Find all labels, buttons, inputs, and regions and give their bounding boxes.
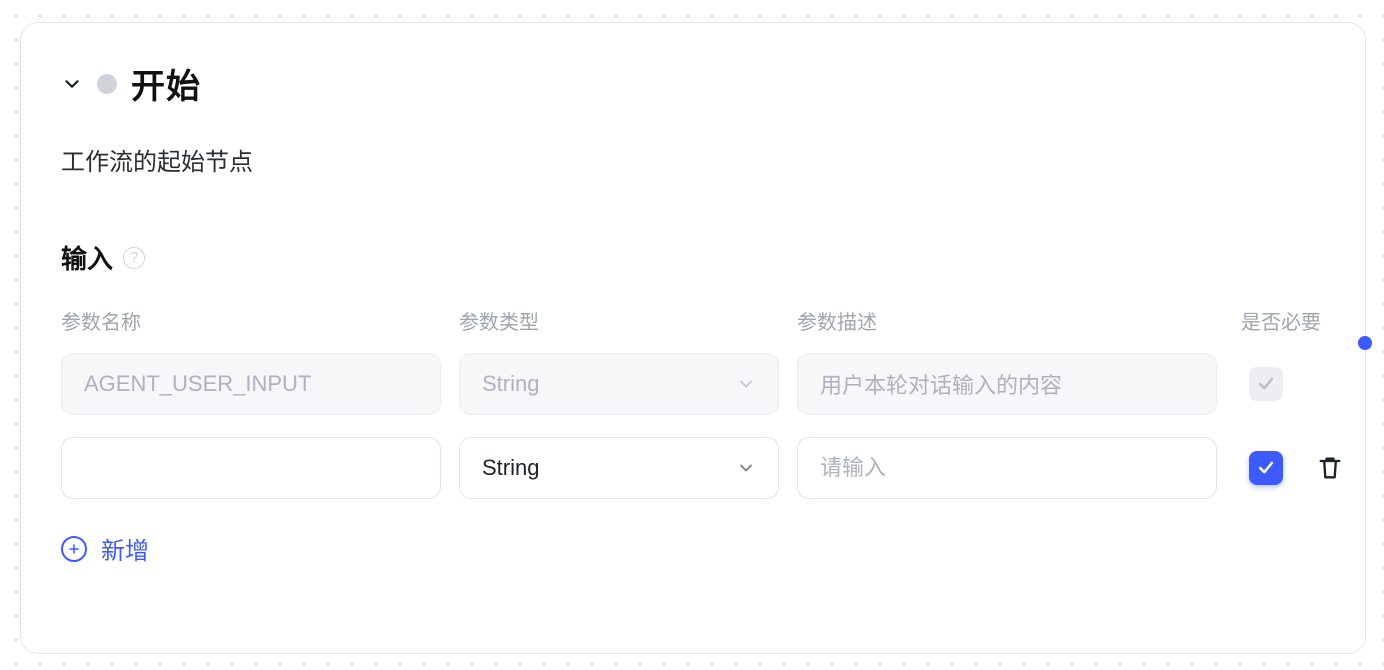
param-desc-input[interactable] <box>820 455 1194 481</box>
start-node-card: 开始 工作流的起始节点 输入 ? 参数名称 参数类型 参数描述 是否必要 AGE… <box>20 22 1366 654</box>
param-row: String <box>61 437 1325 499</box>
param-desc-field[interactable] <box>797 437 1217 499</box>
check-icon <box>1256 458 1276 478</box>
param-name-field: AGENT_USER_INPUT <box>61 353 441 415</box>
add-param-button[interactable]: 新增 <box>61 531 149 566</box>
chevron-down-icon <box>736 374 756 394</box>
plus-circle-icon <box>61 536 87 562</box>
node-description: 工作流的起始节点 <box>61 142 1325 177</box>
input-section-heading: 输入 ? <box>61 239 1325 276</box>
param-row: AGENT_USER_INPUT String 用户本轮对话输入的内容 <box>61 353 1325 415</box>
col-header-desc: 参数描述 <box>797 306 1217 335</box>
param-desc-value: 用户本轮对话输入的内容 <box>820 368 1062 400</box>
node-title: 开始 <box>131 59 201 108</box>
param-required-checkbox <box>1249 367 1283 401</box>
param-type-select: String <box>459 353 779 415</box>
col-header-type: 参数类型 <box>459 306 779 335</box>
param-type-select[interactable]: String <box>459 437 779 499</box>
param-name-value: AGENT_USER_INPUT <box>84 371 311 397</box>
status-dot-icon <box>97 74 117 94</box>
param-required-checkbox[interactable] <box>1249 451 1283 485</box>
param-type-value: String <box>482 371 539 397</box>
col-header-name: 参数名称 <box>61 306 441 335</box>
param-table-header: 参数名称 参数类型 参数描述 是否必要 <box>61 306 1325 335</box>
param-type-value: String <box>482 455 539 481</box>
param-name-input[interactable] <box>84 455 418 481</box>
param-name-field[interactable] <box>61 437 441 499</box>
chevron-down-icon <box>61 73 83 95</box>
col-header-required: 是否必要 <box>1235 306 1365 335</box>
delete-row-button[interactable] <box>1313 451 1347 485</box>
output-port[interactable] <box>1358 336 1372 350</box>
param-desc-field: 用户本轮对话输入的内容 <box>797 353 1217 415</box>
trash-icon <box>1316 454 1344 482</box>
collapse-toggle[interactable] <box>61 73 83 95</box>
help-icon[interactable]: ? <box>123 247 145 269</box>
add-param-label: 新增 <box>101 531 149 566</box>
input-section-label: 输入 <box>61 239 113 276</box>
chevron-down-icon <box>736 458 756 478</box>
node-header: 开始 <box>61 59 1325 108</box>
check-icon <box>1256 374 1276 394</box>
